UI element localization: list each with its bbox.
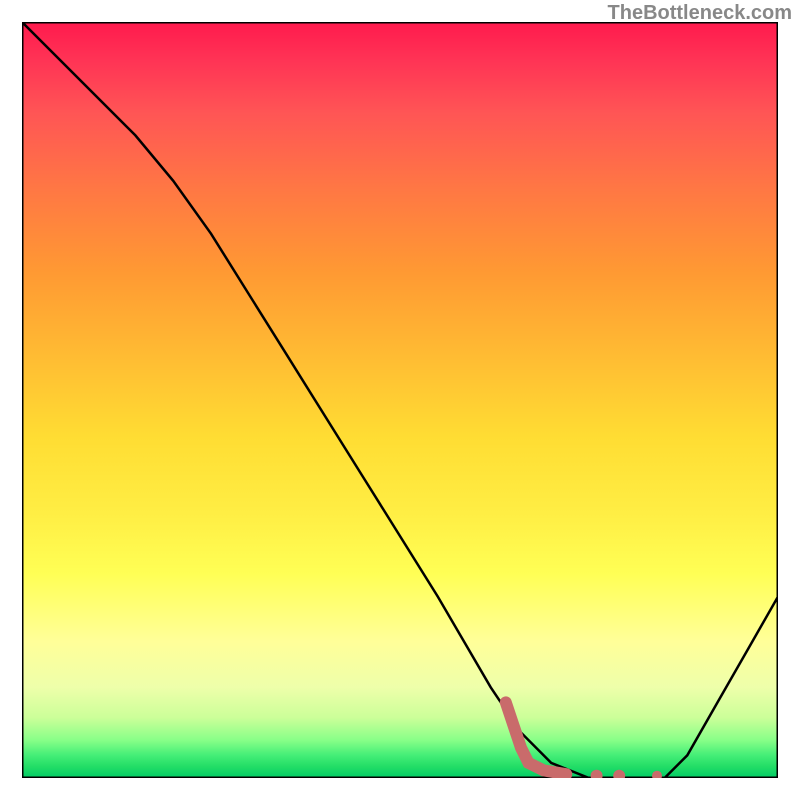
watermark-text: TheBottleneck.com (608, 2, 792, 25)
plot-background (22, 22, 778, 778)
chart-container: TheBottleneck.com (0, 0, 800, 800)
